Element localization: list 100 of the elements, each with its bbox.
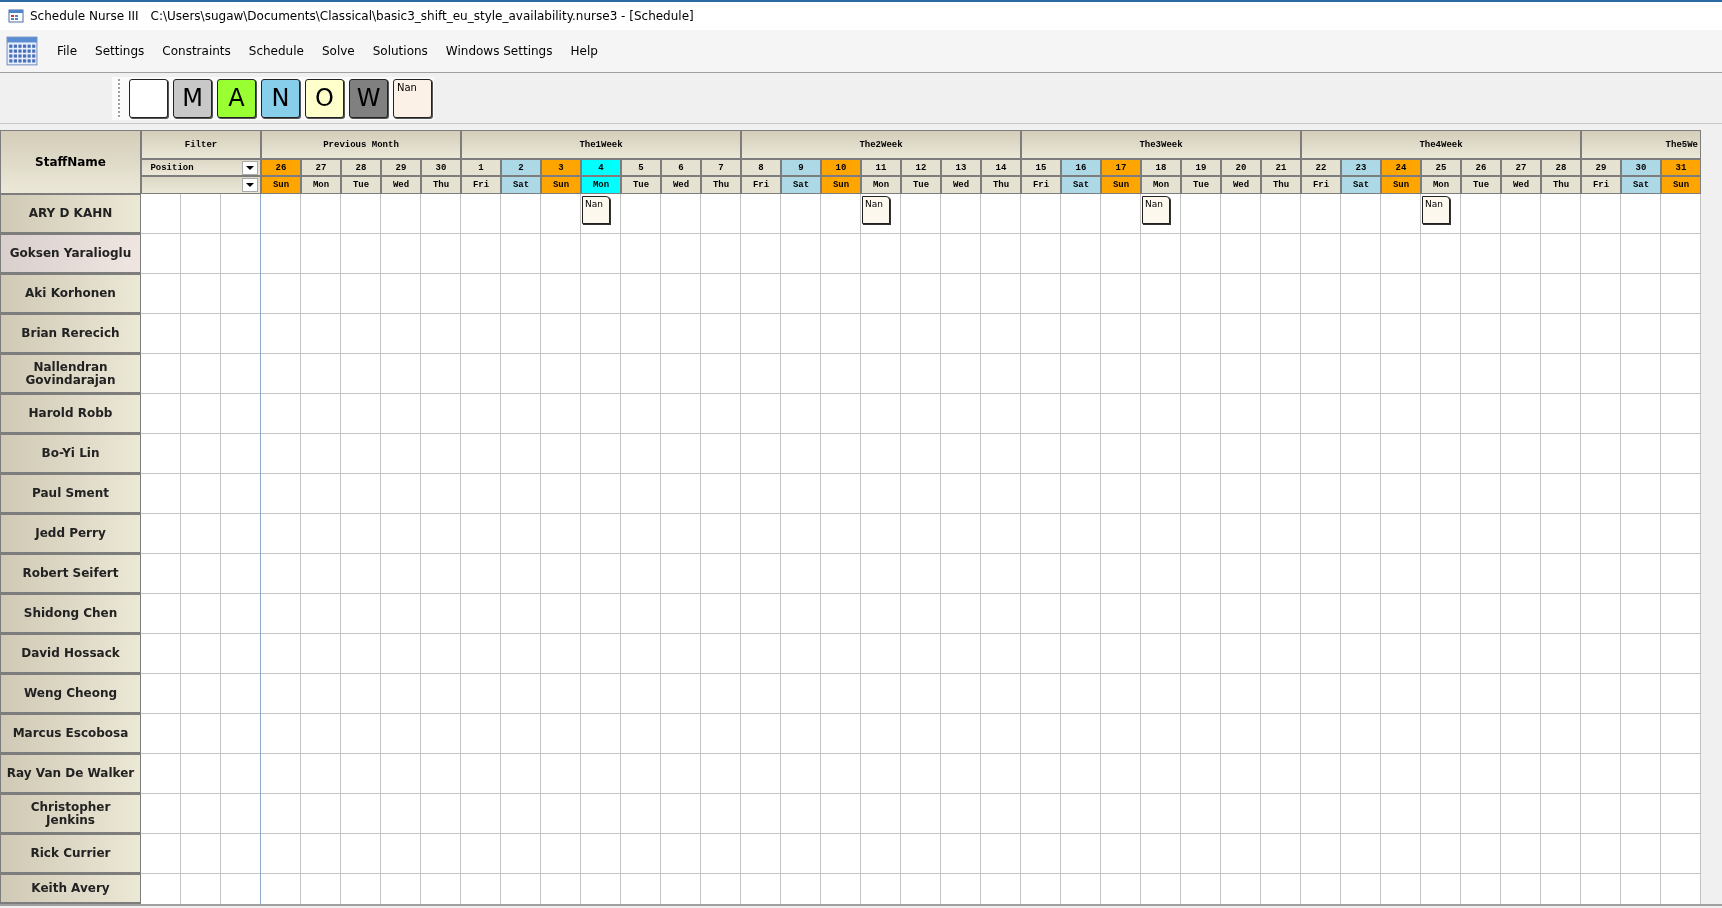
staff-name[interactable]: Nallendran Govindarajan — [0, 354, 141, 394]
weekday-cell: Fri — [1301, 176, 1341, 194]
weekday-cell: Mon — [301, 176, 341, 194]
staff-name[interactable]: Rick Currier — [0, 834, 141, 874]
date-cell: 11 — [861, 159, 901, 176]
date-cell: 20 — [1221, 159, 1261, 176]
week-header: The5We — [1581, 130, 1701, 159]
shift-button[interactable]: M — [173, 78, 212, 118]
weekday-cell: Sun — [1381, 176, 1421, 194]
week-header: The1Week — [461, 130, 741, 159]
date-cell: 25 — [1421, 159, 1461, 176]
staff-name[interactable]: Goksen Yaralioglu — [0, 234, 141, 274]
weekday-cell: Sun — [821, 176, 861, 194]
weekday-cell: Mon — [1141, 176, 1181, 194]
weekday-cell: Sun — [261, 176, 301, 194]
date-cell: 14 — [981, 159, 1021, 176]
weekday-cell: Tue — [1181, 176, 1221, 194]
date-cell: 24 — [1381, 159, 1421, 176]
shift-button[interactable]: O — [305, 78, 344, 118]
shift-button[interactable]: A — [217, 78, 256, 118]
staff-name[interactable]: Ray Van De Walker — [0, 754, 141, 794]
staff-name[interactable]: Shidong Chen — [0, 594, 141, 634]
weekday-cell: Sat — [501, 176, 541, 194]
menu-item[interactable]: Solutions — [363, 40, 437, 62]
app-name: Schedule Nurse III — [30, 9, 139, 23]
staff-name[interactable]: Marcus Escobosa — [0, 714, 141, 754]
date-cell: 27 — [1501, 159, 1541, 176]
weekday-cell: Mon — [581, 176, 621, 194]
weekday-cell: Fri — [461, 176, 501, 194]
staff-name[interactable]: Robert Seifert — [0, 554, 141, 594]
weekday-cell: Sun — [1101, 176, 1141, 194]
shift-chip[interactable]: Nan — [1422, 196, 1450, 224]
date-cell: 23 — [1341, 159, 1381, 176]
date-cell: 26 — [1461, 159, 1501, 176]
shift-button[interactable]: N — [261, 78, 300, 118]
menu-item[interactable]: Constraints — [153, 40, 240, 62]
date-cell: 16 — [1061, 159, 1101, 176]
week-header: The2Week — [741, 130, 1021, 159]
staff-name[interactable]: Paul Sment — [0, 474, 141, 514]
date-cell: 18 — [1141, 159, 1181, 176]
dropdown-arrow-icon — [246, 183, 254, 187]
date-cell: 30 — [1621, 159, 1661, 176]
column-header: Filter — [141, 130, 261, 159]
weekday-cell: Thu — [1541, 176, 1581, 194]
date-cell: 8 — [741, 159, 781, 176]
app-icon — [8, 8, 24, 24]
week-header: The4Week — [1301, 130, 1581, 159]
calendar-icon[interactable] — [6, 35, 38, 67]
staff-name[interactable]: David Hossack — [0, 634, 141, 674]
staff-name[interactable]: Jedd Perry — [0, 514, 141, 554]
date-cell: 22 — [1301, 159, 1341, 176]
weekday-cell: Tue — [621, 176, 661, 194]
date-cell: 26 — [261, 159, 301, 176]
menu-item[interactable]: Windows Settings — [436, 40, 562, 62]
staff-name[interactable]: Harold Robb — [0, 394, 141, 434]
weekday-cell: Sat — [1061, 176, 1101, 194]
date-cell: 29 — [1581, 159, 1621, 176]
menu-item[interactable]: Schedule — [239, 40, 313, 62]
date-cell: 2 — [501, 159, 541, 176]
date-cell: 19 — [1181, 159, 1221, 176]
date-cell: 28 — [341, 159, 381, 176]
menu-item[interactable]: Solve — [312, 40, 364, 62]
shift-button[interactable]: Nan — [393, 78, 432, 118]
filter-dropdown[interactable] — [141, 176, 261, 194]
staff-name[interactable]: Aki Korhonen — [0, 274, 141, 314]
menu-item[interactable]: File — [48, 40, 87, 62]
weekday-cell: Sun — [1661, 176, 1701, 194]
menu-item[interactable]: Settings — [86, 40, 154, 62]
weekday-cell: Mon — [861, 176, 901, 194]
staff-name[interactable]: Keith Avery — [0, 874, 141, 904]
date-cell: 3 — [541, 159, 581, 176]
dropdown-arrow-icon — [246, 165, 254, 170]
staff-name[interactable]: Brian Rerecich — [0, 314, 141, 354]
date-cell: 1 — [461, 159, 501, 176]
filter-dropdown[interactable]: Position — [141, 159, 261, 176]
staff-name[interactable]: Weng Cheong — [0, 674, 141, 714]
date-cell: 15 — [1021, 159, 1061, 176]
shift-chip[interactable]: Nan — [1142, 196, 1170, 224]
shift-chip[interactable]: Nan — [582, 196, 610, 224]
weekday-cell: Wed — [1501, 176, 1541, 194]
weekday-cell: Wed — [661, 176, 701, 194]
date-cell: 13 — [941, 159, 981, 176]
shift-button[interactable]: W — [349, 78, 388, 118]
date-cell: 29 — [381, 159, 421, 176]
blank-shift-button[interactable] — [129, 78, 168, 118]
staff-name[interactable]: Bo-Yi Lin — [0, 434, 141, 474]
date-cell: 17 — [1101, 159, 1141, 176]
date-cell: 9 — [781, 159, 821, 176]
schedule-grid[interactable]: Nan Nan Nan Nan — [141, 194, 1701, 904]
date-cell: 10 — [821, 159, 861, 176]
window-title: C:\Users\sugaw\Documents\Classical\basic3_shift_eu_style_availability.nurse3 - [Schedule] — [150, 9, 694, 23]
weekday-cell: Wed — [1221, 176, 1261, 194]
shift-chip[interactable]: Nan — [862, 196, 890, 224]
date-cell: 6 — [661, 159, 701, 176]
week-header: Previous Month — [261, 130, 461, 159]
weekday-cell: Fri — [741, 176, 781, 194]
weekday-cell: Wed — [381, 176, 421, 194]
menu-item[interactable]: Help — [561, 40, 607, 62]
staff-name[interactable]: ARY D KAHN — [0, 194, 141, 234]
staff-name[interactable]: Christopher Jenkins — [0, 794, 141, 834]
